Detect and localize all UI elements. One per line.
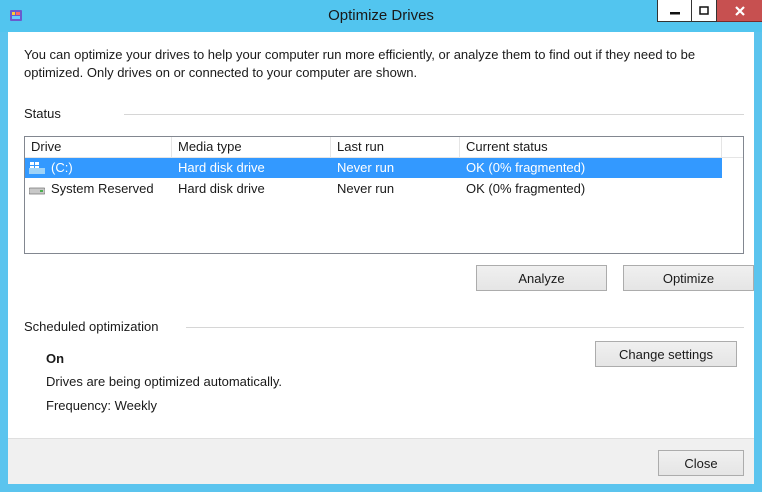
windows-drive-icon [29, 162, 45, 174]
footer-bar: Close [8, 438, 754, 485]
maximize-icon [699, 5, 709, 15]
column-header-media-type[interactable]: Media type [172, 137, 331, 157]
minimize-button[interactable] [657, 0, 691, 22]
change-settings-button[interactable]: Change settings [595, 341, 737, 367]
current-status: OK (0% fragmented) [466, 160, 586, 175]
close-window-button[interactable] [717, 0, 762, 22]
last-run: Never run [337, 181, 395, 196]
drive-name: (C:) [51, 160, 73, 175]
window-title: Optimize Drives [328, 7, 434, 24]
close-icon [734, 5, 745, 16]
media-type: Hard disk drive [178, 181, 265, 196]
optimize-button[interactable]: Optimize [623, 265, 754, 291]
drive-name: System Reserved [51, 181, 154, 196]
scheduled-divider [186, 327, 744, 328]
maximize-button[interactable] [691, 0, 717, 22]
hard-drive-icon [29, 187, 45, 195]
table-row[interactable]: System Reserved Hard disk drive Never ru… [25, 179, 722, 199]
schedule-state: On [46, 351, 65, 366]
title-bar[interactable]: Optimize Drives [0, 0, 762, 32]
drives-list[interactable]: Drive Media type Last run Current status… [24, 136, 744, 254]
scheduled-optimization-heading: Scheduled optimization [24, 319, 159, 334]
media-type: Hard disk drive [178, 160, 265, 175]
drives-list-header: Drive Media type Last run Current status [25, 137, 743, 158]
intro-text: You can optimize your drives to help you… [24, 47, 696, 80]
schedule-description: Drives are being optimized automatically… [46, 374, 283, 389]
last-run: Never run [337, 160, 395, 175]
schedule-frequency: Frequency: Weekly [46, 398, 158, 413]
status-divider [124, 114, 744, 115]
main-content: You can optimize your drives to help you… [8, 32, 754, 438]
table-row[interactable]: (C:) Hard disk drive Never run OK (0% fr… [25, 158, 722, 178]
column-header-drive[interactable]: Drive [25, 137, 172, 157]
column-header-last-run[interactable]: Last run [331, 137, 460, 157]
close-button[interactable]: Close [658, 450, 744, 476]
analyze-button[interactable]: Analyze [476, 265, 607, 291]
status-heading: Status [24, 106, 61, 121]
current-status: OK (0% fragmented) [466, 181, 586, 196]
minimize-icon [669, 11, 680, 14]
window-bottom-border [0, 484, 762, 492]
optimize-drives-window: Optimize Drives You can optimize your dr… [0, 0, 762, 492]
column-header-current-status[interactable]: Current status [460, 137, 722, 157]
